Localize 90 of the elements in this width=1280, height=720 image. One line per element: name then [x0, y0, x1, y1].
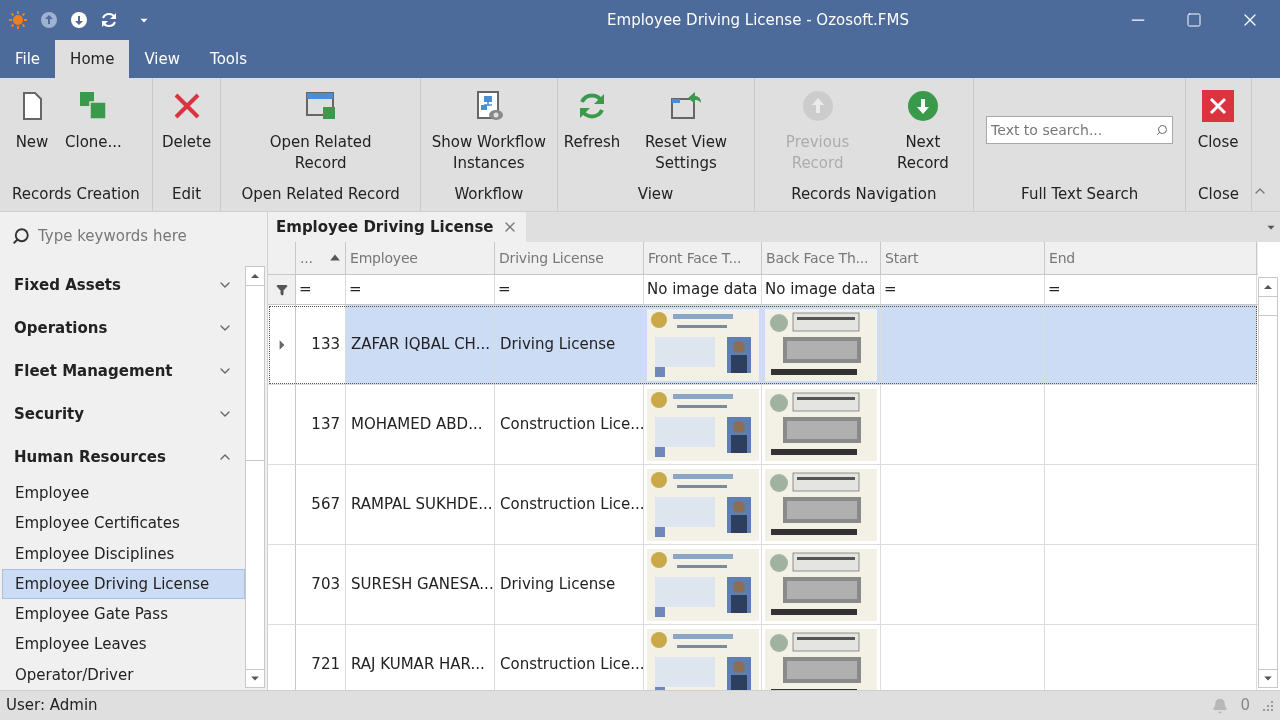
table-row[interactable]: 567 RAMPAL SUKHDE... Construction Lice... [268, 465, 1258, 545]
table-row[interactable]: 133 ZAFAR IQBAL CH... Driving License [268, 305, 1258, 385]
ribbon-button[interactable]: Refresh [561, 86, 623, 153]
scroll-thumb[interactable] [1259, 296, 1277, 316]
menu-tab[interactable]: Tools [195, 40, 262, 78]
close-icon [1202, 90, 1235, 122]
nav-item[interactable]: Employee Certificates [2, 508, 245, 539]
group-label: Workflow [453, 184, 525, 205]
document-tab-title: Employee Driving License [276, 216, 494, 238]
filter-cell[interactable]: = [296, 275, 346, 304]
nav-item[interactable]: Employee Disciplines [2, 538, 245, 570]
nav-item[interactable]: Employee Gate Pass [2, 599, 245, 630]
filter-cell[interactable]: = [1045, 275, 1257, 304]
sidebar-search-field[interactable]: Type keywords here [38, 224, 255, 248]
ribbon-button[interactable]: Next Record [876, 86, 970, 174]
group-label: Edit [171, 184, 203, 205]
filter-cell[interactable]: = [881, 275, 1045, 304]
nav-group-header[interactable]: Security [0, 392, 245, 436]
ribbon-button[interactable]: Close [1190, 86, 1247, 153]
table-cell: SURESH GANESA... [346, 545, 495, 624]
scrollbar[interactable] [245, 266, 265, 688]
ribbon-button[interactable]: New [4, 86, 60, 153]
nav-group-header[interactable]: Fixed Assets [0, 264, 245, 307]
column-header[interactable]: Start [881, 242, 1045, 274]
table-cell: Driving License [495, 305, 644, 384]
group-label: Close [1197, 184, 1240, 205]
nav-group-label: Fleet Management [14, 360, 174, 382]
resize-grip-icon[interactable] [1262, 699, 1274, 712]
arrow-down-circle-icon [906, 90, 939, 122]
ribbon-button[interactable]: Reset View Settings [622, 86, 750, 174]
group-label: View [636, 184, 675, 205]
group-label: Records Creation [11, 184, 141, 205]
nav-group-label: Fixed Assets [14, 275, 122, 297]
maximize-icon[interactable] [1186, 12, 1202, 28]
nav-group-label: Operations [14, 318, 109, 340]
column-header[interactable]: Employee [346, 242, 495, 274]
filter-cell[interactable]: No image data [762, 275, 881, 304]
group-label: Full Text Search [1020, 184, 1140, 205]
ribbon-button[interactable]: Clone... [60, 86, 127, 153]
group-label: Open Related Record [240, 184, 401, 205]
arrow-up-circle-icon [801, 90, 834, 122]
column-header[interactable]: ... [296, 242, 346, 274]
document-tab[interactable]: Employee Driving License [268, 212, 526, 242]
nav-item[interactable]: Employee [2, 478, 245, 509]
table-row[interactable]: 703 SURESH GANESA... Driving License [268, 545, 1258, 625]
menu-tab[interactable]: File [0, 40, 56, 78]
refresh-icon[interactable] [100, 11, 118, 29]
table-cell: Construction Lice... [495, 465, 644, 544]
scroll-thumb[interactable] [246, 285, 264, 461]
nav-item[interactable]: Employee Driving License [2, 569, 245, 600]
table-cell: RAMPAL SUKHDE... [346, 465, 495, 544]
row-indicator-icon [277, 338, 286, 351]
table-cell: ZAFAR IQBAL CH... [346, 305, 495, 384]
ribbon-button[interactable]: Open Related Record [225, 86, 417, 174]
search-icon [12, 227, 30, 245]
filter-icon[interactable] [275, 283, 288, 296]
nav-group-label: Security [14, 403, 86, 425]
table-cell: Construction Lice... [495, 385, 644, 464]
menu-tab[interactable]: View [129, 40, 195, 78]
arrow-up-circle-icon[interactable] [40, 11, 58, 29]
arrow-down-circle-icon[interactable] [70, 11, 88, 29]
ribbon-button[interactable]: Show Workflow Instances [425, 86, 553, 174]
window-title: Employee Driving License - Ozosoft.FMS [606, 9, 910, 31]
window-icon [304, 90, 337, 122]
search-icon [1156, 124, 1169, 136]
column-header[interactable]: Front Face T... [644, 242, 762, 274]
nav-item[interactable]: Employee Leaves [2, 629, 245, 660]
filter-cell[interactable]: = [346, 275, 495, 304]
filter-cell[interactable]: No image data [644, 275, 762, 304]
notification-count: 0 [1240, 695, 1250, 717]
scrollbar[interactable] [1258, 277, 1278, 688]
user-label: User: Admin [6, 695, 99, 717]
nav-group-label: Human Resources [14, 446, 167, 468]
sun-icon[interactable] [8, 10, 28, 30]
column-header[interactable]: Back Face Th... [762, 242, 881, 274]
nav-group-header[interactable]: Operations [0, 306, 245, 350]
table-cell: MOHAMED ABD... [346, 385, 495, 464]
table-cell: Driving License [495, 545, 644, 624]
nav-group-header[interactable]: Human Resources [0, 435, 245, 479]
column-header[interactable]: Driving License [495, 242, 644, 274]
nav-group-header[interactable]: Fleet Management [0, 349, 245, 393]
reset-icon [670, 90, 702, 122]
table-row[interactable]: 137 MOHAMED ABD... Construction Lice... [268, 385, 1258, 465]
ribbon-button[interactable]: Delete [156, 86, 217, 153]
column-header[interactable]: End [1045, 242, 1257, 274]
filter-cell[interactable]: = [495, 275, 644, 304]
group-label: Records Navigation [790, 184, 938, 205]
menu-tab[interactable]: Home [55, 40, 130, 78]
nav-item[interactable]: Operator/Driver [2, 659, 245, 691]
search-field[interactable]: Text to search... [986, 116, 1174, 144]
